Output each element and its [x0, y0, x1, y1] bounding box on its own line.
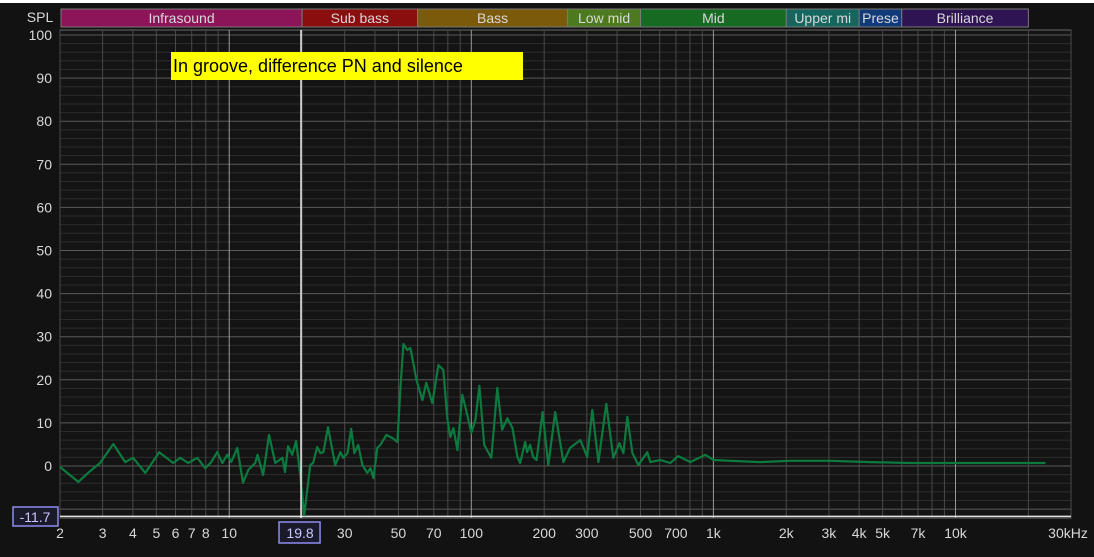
x-tick-label: 8 — [202, 525, 210, 541]
x-tick-label: 30kHz — [1048, 525, 1088, 541]
frequency-bands[interactable]: Infrasound Sub bass Bass Low mid Mid Upper mi… — [60, 8, 1029, 28]
plot-area — [59, 29, 1072, 519]
y-min-value: -11.7 — [20, 509, 51, 525]
band-label: Brilliance — [937, 10, 994, 26]
band-label: Infrasound — [148, 10, 214, 26]
y-axis-label: SPL — [27, 9, 54, 25]
x-tick-label: 300 — [575, 525, 599, 541]
x-tick-label: 7k — [911, 525, 927, 541]
y-tick-label: 60 — [36, 199, 52, 215]
band-label: Bass — [477, 10, 508, 26]
cursor-readout: 19.8 — [286, 525, 313, 541]
y-tick-label: 0 — [44, 458, 52, 474]
x-tick-label: 6 — [172, 525, 180, 541]
band-label: Prese — [862, 10, 899, 26]
x-tick-label: 5 — [152, 525, 160, 541]
y-tick-label: 40 — [36, 286, 52, 302]
x-tick-label: 1k — [706, 525, 722, 541]
band-label: Low mid — [578, 10, 630, 26]
spl-chart: Infrasound Sub bass Bass Low mid Mid Upper mi… — [0, 0, 1094, 557]
x-tick-label: 200 — [533, 525, 557, 541]
band-label: Mid — [702, 10, 725, 26]
y-tick-label: 80 — [36, 113, 52, 129]
x-tick-label: 50 — [391, 525, 407, 541]
band-label: Upper mi — [794, 10, 851, 26]
x-tick-label: 10k — [944, 525, 968, 541]
x-tick-label: 7 — [188, 525, 196, 541]
y-tick-label: 10 — [36, 415, 52, 431]
x-tick-label: 2 — [56, 525, 64, 541]
y-tick-label: 50 — [36, 243, 52, 259]
x-tick-label: 10 — [221, 525, 237, 541]
x-tick-label: 30 — [337, 525, 353, 541]
x-tick-label: 3k — [822, 525, 838, 541]
grid — [59, 29, 1072, 519]
y-tick-label: 100 — [29, 27, 53, 43]
x-tick-label: 3 — [99, 525, 107, 541]
x-tick-label: 2k — [779, 525, 795, 541]
chart-annotation: In groove, difference PN and silence — [171, 52, 523, 80]
x-tick-label: 4 — [129, 525, 137, 541]
x-tick-label: 500 — [629, 525, 653, 541]
y-tick-label: 90 — [36, 70, 52, 86]
y-min-readout[interactable]: -11.7 — [12, 506, 59, 527]
x-tick-label: 100 — [460, 525, 484, 541]
y-tick-label: 30 — [36, 329, 52, 345]
y-tick-label: 20 — [36, 372, 52, 388]
top-edge — [0, 0, 1094, 3]
x-tick-label: 700 — [664, 525, 688, 541]
x-tick-label: 5k — [875, 525, 891, 541]
x-tick-label: 70 — [426, 525, 442, 541]
band-label: Sub bass — [331, 10, 389, 26]
y-tick-label: 70 — [36, 156, 52, 172]
x-tick-label: 4k — [852, 525, 868, 541]
